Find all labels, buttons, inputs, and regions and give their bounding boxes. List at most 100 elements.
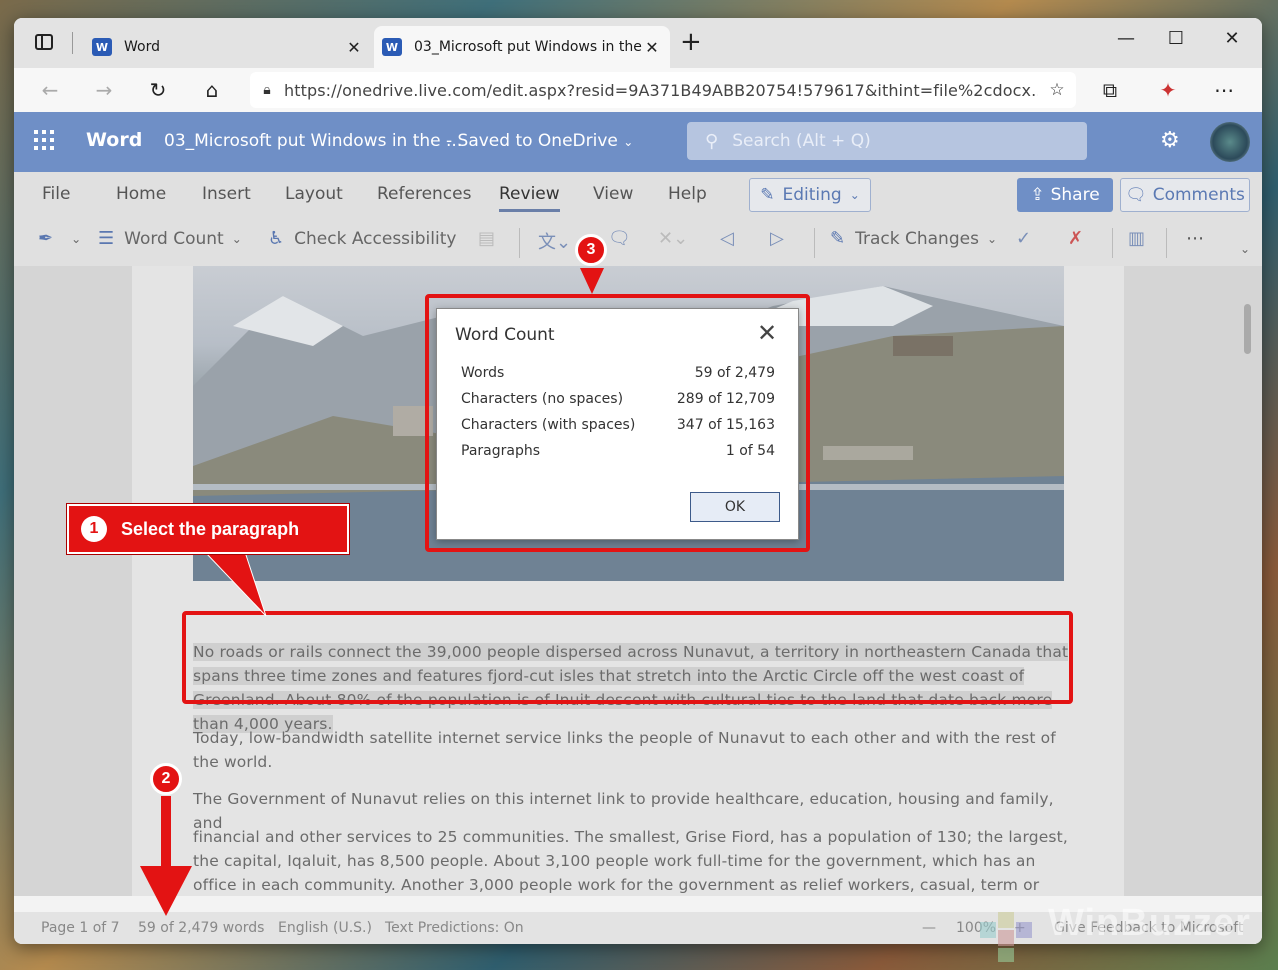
step1-label: Select the paragraph xyxy=(121,518,300,539)
word-icon: W xyxy=(92,38,117,56)
collapse-ribbon-icon[interactable]: ⌄ xyxy=(1240,242,1250,256)
track-changes-icon: ✎ xyxy=(830,228,846,249)
saved-status-label: - Saved to OneDrive xyxy=(446,131,618,151)
text-predictions-status[interactable]: Text Predictions: On xyxy=(385,920,524,936)
close-tab-icon[interactable]: ✕ xyxy=(344,38,364,57)
extension-icon[interactable]: ✦ xyxy=(1154,76,1182,104)
lock-icon[interactable]: 🔒︎ xyxy=(250,82,284,98)
step1-callout: 1 Select the paragraph xyxy=(66,503,350,555)
url-text[interactable]: https://onedrive.live.com/edit.aspx?resi… xyxy=(284,81,1038,100)
tab-actions-icon[interactable] xyxy=(32,30,56,54)
ribbon-divider xyxy=(814,228,815,258)
editing-label: Editing xyxy=(782,185,842,205)
reject-change-icon[interactable]: ✗ xyxy=(1068,228,1083,249)
delete-comment-icon[interactable]: ✕⌄ xyxy=(658,228,688,249)
collections-icon[interactable]: ⧉ xyxy=(1096,76,1124,104)
tab-layout[interactable]: Layout xyxy=(285,184,343,204)
ribbon-divider xyxy=(519,228,520,258)
comments-label: Comments xyxy=(1152,185,1245,205)
watermark-logo-icon xyxy=(980,912,1032,962)
saved-status[interactable]: - Saved to OneDrive ⌄ xyxy=(446,131,633,151)
document-title[interactable]: 03_Microsoft put Windows in the ... xyxy=(164,131,462,151)
nav-bar: ← → ↻ ⌂ 🔒︎ https://onedrive.live.com/edi… xyxy=(14,68,1262,112)
tab-bar: W Word ✕ W 03_Microsoft put Windows in t… xyxy=(14,18,1262,68)
editor-pen-icon: ✒ xyxy=(38,228,54,249)
chevron-down-icon: ⌄ xyxy=(849,188,860,202)
search-box[interactable]: ⚲ Search (Alt + Q) xyxy=(687,122,1087,160)
more-options-icon[interactable]: ⋯ xyxy=(1210,76,1238,104)
share-label: Share xyxy=(1050,185,1100,205)
maximize-icon[interactable]: ☐ xyxy=(1154,26,1198,54)
editing-mode-button[interactable]: ✎ Editing ⌄ xyxy=(749,178,871,212)
comments-button[interactable]: 🗨︎ Comments xyxy=(1120,178,1250,212)
watermark-text: WinBuzzer xyxy=(1048,902,1251,944)
word-icon: W xyxy=(382,38,407,56)
address-bar[interactable]: 🔒︎ https://onedrive.live.com/edit.aspx?r… xyxy=(250,72,1076,108)
check-accessibility-label: Check Accessibility xyxy=(294,228,457,249)
tab-word[interactable]: W Word ✕ xyxy=(84,26,372,68)
chevron-down-icon: ⌄ xyxy=(623,135,634,149)
step2-badge: 2 xyxy=(150,763,182,795)
search-icon: ⚲ xyxy=(705,130,719,152)
highlight-paragraph-box xyxy=(182,611,1073,704)
tab-view[interactable]: View xyxy=(593,184,633,204)
tab-insert[interactable]: Insert xyxy=(202,184,251,204)
app-name[interactable]: Word xyxy=(86,129,142,151)
highlight-dialog-box xyxy=(425,294,810,552)
tab-references[interactable]: References xyxy=(377,184,471,204)
step1-badge: 1 xyxy=(81,516,107,542)
next-comment-icon[interactable]: ▷ xyxy=(770,228,784,249)
paragraph[interactable]: Today, low-bandwidth satellite internet … xyxy=(193,726,1073,774)
tab-label: 03_Microsoft put Windows in the xyxy=(414,39,642,55)
avatar[interactable] xyxy=(1210,122,1250,162)
more-options-icon[interactable]: ⋯ xyxy=(1186,228,1204,249)
previous-comment-icon[interactable]: ◁ xyxy=(720,228,734,249)
paragraph[interactable]: financial and other services to 25 commu… xyxy=(193,825,1073,896)
smart-lookup-icon[interactable]: ▤ xyxy=(478,228,495,249)
minimize-icon[interactable]: — xyxy=(1104,26,1148,54)
track-changes-label: Track Changes xyxy=(855,228,979,249)
accept-change-icon[interactable]: ✓ xyxy=(1016,228,1031,249)
tab-help[interactable]: Help xyxy=(668,184,707,204)
vertical-scrollbar[interactable] xyxy=(1244,304,1251,354)
new-tab-icon[interactable]: + xyxy=(680,28,702,56)
home-icon[interactable]: ⌂ xyxy=(198,76,226,104)
new-comment-icon[interactable]: 🗨︎ xyxy=(608,228,631,249)
tab-file[interactable]: File xyxy=(42,184,70,204)
ribbon: File Home Insert Layout References Revie… xyxy=(14,172,1262,266)
tab-label: Word xyxy=(124,39,160,55)
zoom-out-icon[interactable]: — xyxy=(922,920,936,936)
translate-icon[interactable]: 文⌄ xyxy=(538,228,571,254)
page-count[interactable]: Page 1 of 7 xyxy=(41,920,120,936)
forward-icon[interactable]: → xyxy=(90,76,118,104)
tab-document[interactable]: W 03_Microsoft put Windows in the ✕ xyxy=(374,26,670,68)
chevron-down-icon: ⌄ xyxy=(986,231,997,246)
word-count-status[interactable]: 59 of 2,479 words xyxy=(138,920,264,936)
refresh-icon[interactable]: ↻ xyxy=(144,76,172,104)
tab-review[interactable]: Review xyxy=(499,184,560,212)
close-tab-icon[interactable]: ✕ xyxy=(642,38,662,57)
track-changes-button[interactable]: ✎ Track Changes ⌄ xyxy=(830,228,997,249)
language-status[interactable]: English (U.S.) xyxy=(278,920,372,936)
window-close-icon[interactable]: ✕ xyxy=(1210,26,1254,54)
ribbon-divider xyxy=(1112,228,1113,258)
editor-button[interactable]: ✒ ⌄ xyxy=(38,228,81,249)
comment-icon: 🗨︎ xyxy=(1125,185,1147,205)
word-count-icon: ☰ xyxy=(98,228,115,249)
linkedin-resume-icon[interactable]: ▥ xyxy=(1128,228,1145,249)
chevron-down-icon: ⌄ xyxy=(231,231,242,246)
accessibility-icon: ♿︎ xyxy=(268,228,285,249)
word-count-button[interactable]: ☰ Word Count ⌄ xyxy=(98,228,242,249)
share-button[interactable]: ⇪ Share xyxy=(1017,178,1113,212)
check-accessibility-button[interactable]: ♿︎ Check Accessibility xyxy=(268,228,456,249)
search-placeholder: Search (Alt + Q) xyxy=(732,131,871,151)
app-launcher-icon[interactable] xyxy=(34,130,54,150)
pencil-icon: ✎ xyxy=(760,185,775,205)
tab-divider xyxy=(72,32,73,54)
word-count-label: Word Count xyxy=(124,228,224,249)
back-icon[interactable]: ← xyxy=(36,76,64,104)
tab-home[interactable]: Home xyxy=(116,184,166,204)
add-favorite-icon[interactable]: ☆ xyxy=(1038,80,1076,100)
ribbon-divider xyxy=(1166,228,1167,258)
gear-icon[interactable]: ⚙ xyxy=(1160,128,1180,153)
